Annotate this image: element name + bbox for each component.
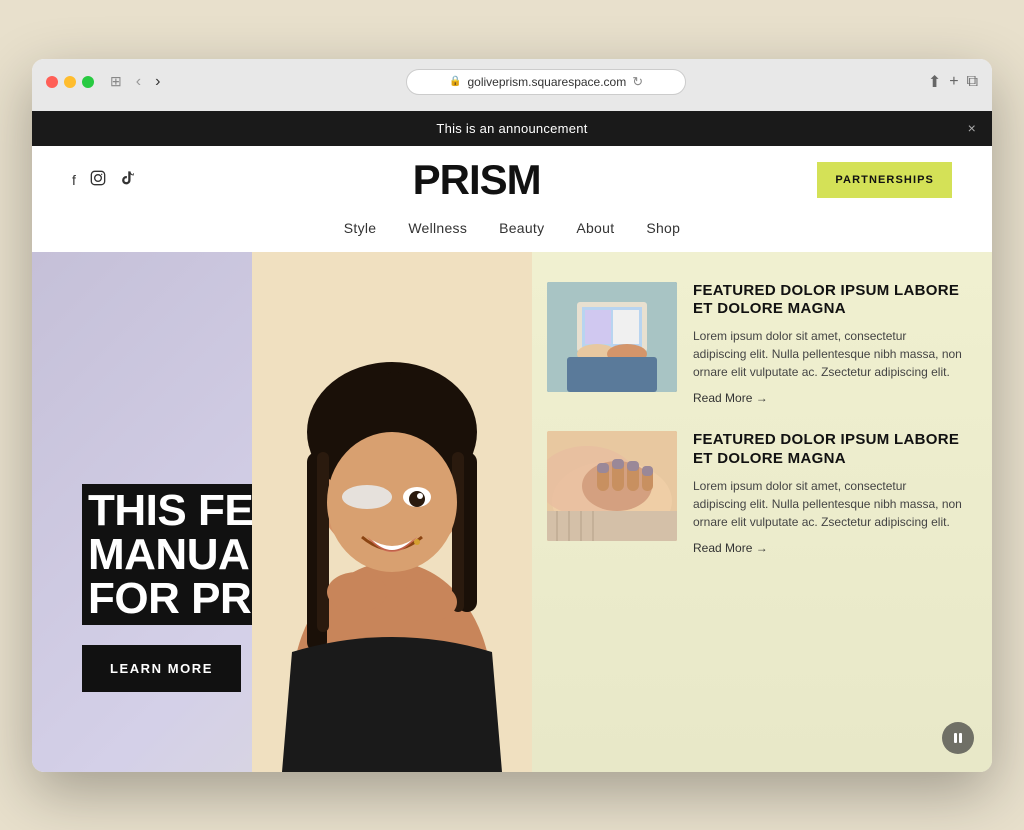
article-card-2: FEATURED DOLOR IPSUM LABORE ET DOLORE MA… [547, 431, 962, 557]
pause-icon [952, 732, 964, 744]
nav-item-wellness[interactable]: Wellness [408, 220, 467, 236]
partnerships-button[interactable]: PARTNERSHIPS [817, 162, 952, 198]
address-bar-row: 🔒 goliveprism.squarespace.com ↻ [176, 69, 915, 95]
featured-section: FEATURED DOLOR IPSUM LABORE ET DOLORE MA… [527, 252, 992, 772]
article-title-2: FEATURED DOLOR IPSUM LABORE ET DOLORE MA… [693, 431, 962, 469]
instagram-icon[interactable] [90, 170, 106, 189]
maximize-button[interactable] [82, 76, 94, 88]
hero-section: THIS FEATURE IS MANUALLY SET FOR PROMOTI… [32, 252, 992, 772]
window-layout-icon[interactable]: ⊞ [106, 71, 126, 92]
windows-icon[interactable]: ⧉ [967, 73, 978, 91]
site-content: This is an announcement × f [32, 111, 992, 772]
browser-actions: ⬆ + ⧉ [928, 72, 978, 92]
nav-item-beauty[interactable]: Beauty [499, 220, 544, 236]
social-icons: f [72, 170, 136, 189]
share-icon[interactable]: ⬆ [928, 72, 941, 92]
tiktok-icon[interactable] [120, 170, 136, 189]
browser-chrome: ⊞ ‹ › 🔒 goliveprism.squarespace.com ↻ ⬆ … [32, 59, 992, 111]
traffic-lights [46, 76, 94, 88]
lock-icon: 🔒 [449, 76, 461, 87]
article-content-1: FEATURED DOLOR IPSUM LABORE ET DOLORE MA… [693, 282, 962, 408]
forward-button[interactable]: › [151, 71, 164, 93]
nav-item-style[interactable]: Style [344, 220, 377, 236]
address-bar[interactable]: 🔒 goliveprism.squarespace.com ↻ [406, 69, 686, 95]
article-title-1: FEATURED DOLOR IPSUM LABORE ET DOLORE MA… [693, 282, 962, 320]
thumbnail-2-image [547, 431, 677, 541]
tab-bar [46, 103, 978, 111]
facebook-icon[interactable]: f [72, 172, 76, 188]
nav-item-shop[interactable]: Shop [646, 220, 680, 236]
url-text: goliveprism.squarespace.com [467, 75, 626, 89]
nav-item-about[interactable]: About [576, 220, 614, 236]
site-logo[interactable]: PRISM [413, 156, 541, 204]
browser-titlebar: ⊞ ‹ › 🔒 goliveprism.squarespace.com ↻ ⬆ … [46, 69, 978, 95]
new-tab-icon[interactable]: + [949, 73, 958, 91]
close-button[interactable] [46, 76, 58, 88]
browser-controls: ⊞ ‹ › [106, 71, 164, 93]
site-navigation: Style Wellness Beauty About Shop [32, 214, 992, 252]
read-more-2[interactable]: Read More [693, 541, 768, 555]
site-header: f PRISM PARTNERSHIPS [32, 146, 992, 214]
article-excerpt-2: Lorem ipsum dolor sit amet, consectetur … [693, 477, 962, 531]
thumbnail-1-image [547, 282, 677, 392]
pause-button[interactable] [942, 722, 974, 754]
article-excerpt-1: Lorem ipsum dolor sit amet, consectetur … [693, 327, 962, 381]
hero-image [252, 252, 532, 772]
refresh-icon[interactable]: ↻ [632, 74, 643, 90]
read-more-1[interactable]: Read More [693, 391, 768, 405]
article-thumbnail-2 [547, 431, 677, 541]
hero-person-illustration [252, 252, 532, 772]
minimize-button[interactable] [64, 76, 76, 88]
back-button[interactable]: ‹ [132, 71, 145, 93]
announcement-bar: This is an announcement × [32, 111, 992, 146]
article-card-1: FEATURED DOLOR IPSUM LABORE ET DOLORE MA… [547, 282, 962, 408]
announcement-close-button[interactable]: × [968, 120, 976, 136]
announcement-text: This is an announcement [436, 121, 587, 136]
article-thumbnail-1 [547, 282, 677, 392]
learn-more-button[interactable]: LEARN MORE [82, 645, 241, 692]
article-content-2: FEATURED DOLOR IPSUM LABORE ET DOLORE MA… [693, 431, 962, 557]
browser-window: ⊞ ‹ › 🔒 goliveprism.squarespace.com ↻ ⬆ … [32, 59, 992, 772]
